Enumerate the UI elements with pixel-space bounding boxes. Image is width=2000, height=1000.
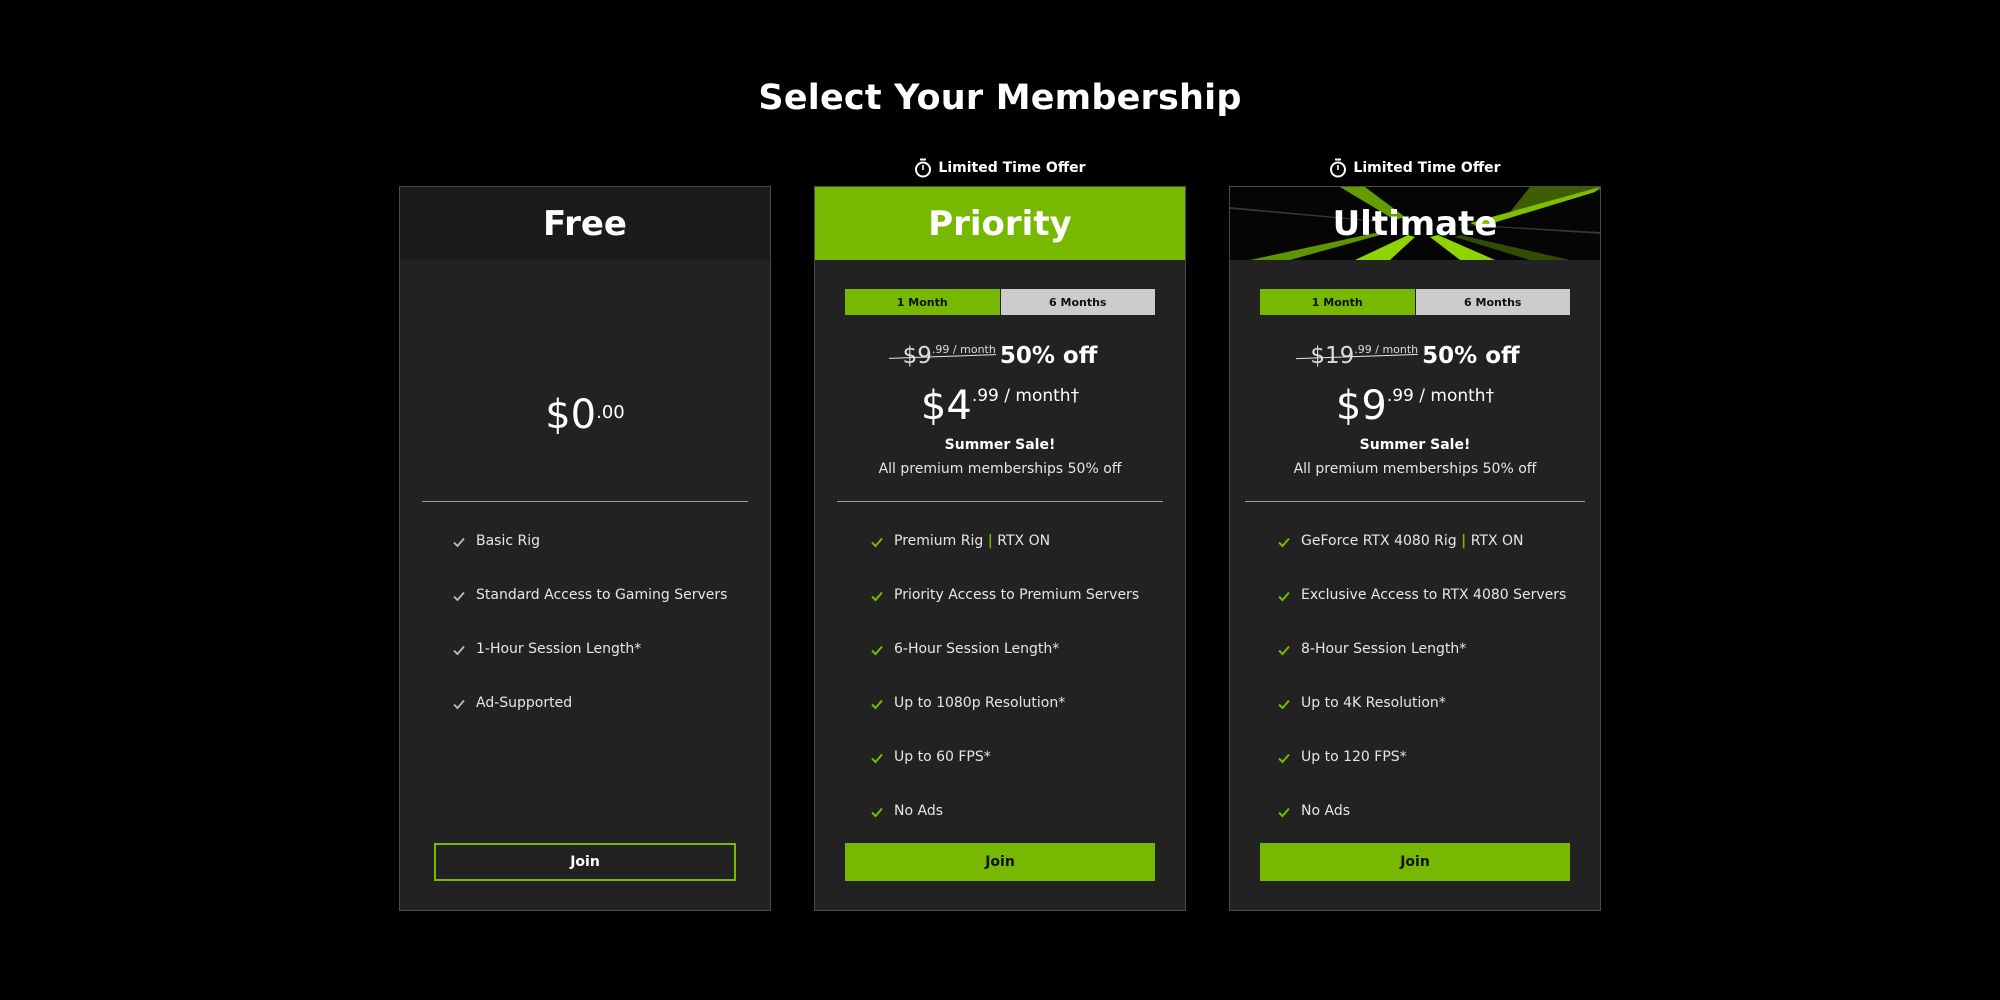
original-price: $19.99 / month 50% off (1230, 343, 1600, 369)
checkmark-icon (453, 537, 465, 548)
price-dollars: $0 (545, 392, 597, 438)
feature-item: Up to 60 FPS* (815, 749, 1185, 803)
checkmark-icon (1278, 699, 1290, 710)
toggle-6-months[interactable]: 6 Months (1414, 289, 1570, 315)
feature-item: Up to 120 FPS* (1230, 749, 1600, 803)
sale-subtitle: All premium memberships 50% off (878, 461, 1122, 477)
sale-subtitle: All premium memberships 50% off (1293, 461, 1537, 477)
stopwatch-icon (1330, 158, 1347, 178)
billing-period-toggle: 1 Month 6 Months (1260, 289, 1570, 315)
feature-item: Priority Access to Premium Servers (815, 587, 1185, 641)
plan-header: Free (400, 187, 770, 260)
plan-name: Ultimate (1332, 203, 1498, 244)
feature-item: Up to 4K Resolution* (1230, 695, 1600, 749)
join-button-ultimate[interactable]: Join (1260, 843, 1570, 881)
feature-item: 8-Hour Session Length* (1230, 641, 1600, 695)
divider (422, 501, 748, 502)
feature-item: Basic Rig (400, 533, 770, 587)
limited-offer-badge-priority: Limited Time Offer (814, 158, 1186, 178)
checkmark-icon (453, 645, 465, 656)
plan-name: Priority (928, 203, 1072, 244)
join-button-free[interactable]: Join (434, 843, 736, 881)
page-title: Select Your Membership (758, 78, 1242, 118)
price-suffix: .99 / month† (1386, 386, 1495, 406)
feature-list: Premium Rig | RTX ON Priority Access to … (815, 533, 1185, 857)
price-suffix: .99 / month† (971, 386, 1080, 406)
plan-price: $0.00 (400, 392, 770, 438)
toggle-1-month[interactable]: 1 Month (1260, 289, 1415, 315)
checkmark-icon (1278, 807, 1290, 818)
plan-card-priority: Priority 1 Month 6 Months $9.99 / month 5… (814, 186, 1186, 911)
feature-item: 6-Hour Session Length* (815, 641, 1185, 695)
checkmark-icon (871, 591, 883, 602)
toggle-1-month[interactable]: 1 Month (845, 289, 1000, 315)
separator: | (987, 533, 993, 549)
struck-price: $9.99 / month (902, 343, 996, 369)
checkmark-icon (871, 699, 883, 710)
original-price: $9.99 / month 50% off (815, 343, 1185, 369)
discount-label: 50% off (1422, 343, 1520, 369)
checkmark-icon (871, 537, 883, 548)
join-button-priority[interactable]: Join (845, 843, 1155, 881)
discount-label: 50% off (999, 343, 1098, 369)
sale-title: Summer Sale! (1359, 437, 1471, 453)
plan-card-free: Free $0.00 Basic Rig Standard Access to … (399, 186, 771, 911)
feature-item: Up to 1080p Resolution* (815, 695, 1185, 749)
feature-item: 1-Hour Session Length* (400, 641, 770, 695)
divider (1245, 501, 1585, 502)
limited-offer-label: Limited Time Offer (938, 160, 1086, 176)
feature-list: GeForce RTX 4080 Rig | RTX ON Exclusive … (1230, 533, 1600, 857)
feature-item: Premium Rig | RTX ON (815, 533, 1185, 587)
stopwatch-icon (915, 158, 932, 178)
billing-period-toggle: 1 Month 6 Months (845, 289, 1155, 315)
plan-header: Ultimate (1230, 187, 1600, 260)
separator: | (1461, 533, 1467, 549)
feature-item: GeForce RTX 4080 Rig | RTX ON (1230, 533, 1600, 587)
limited-offer-badge-ultimate: Limited Time Offer (1229, 158, 1601, 178)
plan-card-ultimate: Ultimate 1 Month 6 Months $19.99 / month… (1229, 186, 1601, 911)
plan-header: Priority (815, 187, 1185, 260)
price-dollars: $9 (1335, 383, 1387, 429)
toggle-6-months[interactable]: 6 Months (999, 289, 1155, 315)
divider (837, 501, 1163, 502)
checkmark-icon (871, 753, 883, 764)
feature-item: Exclusive Access to RTX 4080 Servers (1230, 587, 1600, 641)
struck-price: $19.99 / month (1310, 343, 1419, 369)
checkmark-icon (453, 591, 465, 602)
checkmark-icon (1278, 753, 1290, 764)
checkmark-icon (1278, 645, 1290, 656)
checkmark-icon (871, 645, 883, 656)
checkmark-icon (1278, 591, 1290, 602)
limited-offer-label: Limited Time Offer (1353, 160, 1501, 176)
plan-price: $9.99 / month† (1230, 383, 1600, 429)
price-dollars: $4 (920, 383, 972, 429)
checkmark-icon (453, 699, 465, 710)
price-cents: .00 (596, 402, 625, 423)
plan-price: $4.99 / month† (815, 383, 1185, 429)
feature-item: Ad-Supported (400, 695, 770, 749)
sale-title: Summer Sale! (944, 437, 1056, 453)
feature-item: Standard Access to Gaming Servers (400, 587, 770, 641)
checkmark-icon (1278, 537, 1290, 548)
feature-list: Basic Rig Standard Access to Gaming Serv… (400, 533, 770, 749)
plan-name: Free (543, 203, 627, 244)
checkmark-icon (871, 807, 883, 818)
